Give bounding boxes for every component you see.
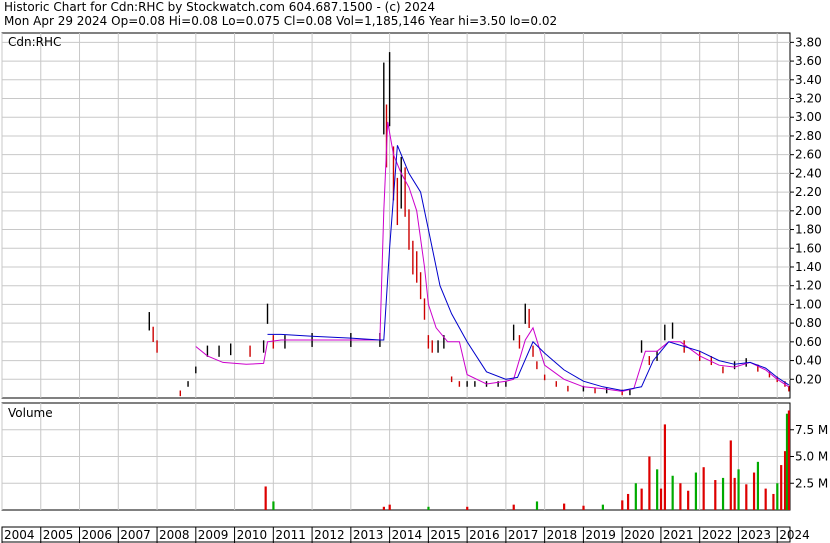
volume-bar xyxy=(659,488,663,510)
volume-bar xyxy=(752,472,756,510)
volume-panel-label: Volume xyxy=(8,406,53,420)
volume-bar xyxy=(563,503,566,510)
volume-tick-label: 5.0 M xyxy=(795,450,828,464)
volume-bar xyxy=(663,424,667,510)
x-tick-label: 2023 xyxy=(740,528,771,542)
price-tick-label: 2.40 xyxy=(795,166,822,180)
volume-bar xyxy=(679,483,682,510)
volume-bar xyxy=(601,504,604,510)
price-tick-label: 2.20 xyxy=(795,185,822,199)
volume-bar xyxy=(764,488,767,510)
price-tick-label: 1.80 xyxy=(795,223,822,237)
price-tick-label: 1.20 xyxy=(795,279,822,293)
x-tick-label: 2012 xyxy=(314,528,345,542)
x-axis: 2004 2005 2006 2007 2008 2009 2010 2011 2012 2013… xyxy=(1,526,810,543)
price-tick-label: 0.80 xyxy=(795,316,822,330)
price-tick-label: 1.60 xyxy=(795,241,822,255)
x-tick-label: 2024 xyxy=(779,528,810,542)
volume-bar xyxy=(714,480,717,510)
x-tick-label: 2014 xyxy=(392,528,423,542)
volume-bar xyxy=(272,501,275,510)
x-tick-label: 2005 xyxy=(43,528,74,542)
volume-bar xyxy=(783,451,787,510)
volume-bar xyxy=(648,456,651,510)
volume-bar xyxy=(721,477,725,510)
volume-bar xyxy=(776,483,779,510)
volume-bar xyxy=(729,440,732,510)
price-tick-label: 0.60 xyxy=(795,335,822,349)
price-tick-label: 0.40 xyxy=(795,354,822,368)
x-tick-label: 2020 xyxy=(624,528,655,542)
volume-bar xyxy=(656,469,659,510)
volume-bar xyxy=(787,410,791,510)
volume-bar xyxy=(756,461,760,510)
price-panel: 0.20 0.40 0.60 0.80 1.00 1.20 1.40 1.60 1.80 2.00… xyxy=(1,32,822,399)
volume-bar xyxy=(621,500,624,510)
x-tick-label: 2011 xyxy=(275,528,306,542)
volume-bar xyxy=(466,506,469,510)
price-tick-label: 3.20 xyxy=(795,92,822,106)
volume-bar xyxy=(772,493,775,510)
x-tick-label: 2015 xyxy=(430,528,461,542)
x-tick-label: 2006 xyxy=(82,528,113,542)
volume-bar xyxy=(382,506,385,510)
volume-bar xyxy=(626,493,630,510)
x-tick-label: 2022 xyxy=(702,528,733,542)
price-tick-label: 3.80 xyxy=(795,35,822,49)
volume-bar xyxy=(427,506,430,510)
price-tick-label: 2.80 xyxy=(795,129,822,143)
x-tick-label: 2013 xyxy=(353,528,384,542)
price-tick-label: 1.40 xyxy=(795,260,822,274)
price-tick-label: 3.40 xyxy=(795,73,822,87)
price-tick-label: 2.00 xyxy=(795,204,822,218)
volume-bar xyxy=(671,475,674,510)
x-tick-label: 2021 xyxy=(663,528,694,542)
volume-bar xyxy=(388,504,391,510)
price-tick-label: 0.20 xyxy=(795,372,822,386)
price-tick-label: 3.60 xyxy=(795,54,822,68)
volume-bar xyxy=(582,505,585,510)
volume-bar xyxy=(737,469,740,510)
price-tick-label: 3.00 xyxy=(795,110,822,124)
x-tick-label: 2016 xyxy=(469,528,500,542)
x-tick-label: 2007 xyxy=(120,528,151,542)
volume-bar xyxy=(745,484,748,510)
volume-bar xyxy=(535,501,539,510)
volume-tick-label: 7.5 M xyxy=(795,423,828,437)
volume-bar xyxy=(512,504,515,510)
x-tick-label: 2019 xyxy=(585,528,616,542)
volume-bar xyxy=(702,467,705,510)
volume-bar xyxy=(694,472,698,510)
volume-bar xyxy=(733,477,736,510)
volume-panel: 2.5 M 5.0 M 7.5 M Volume xyxy=(1,402,828,511)
price-tick-label: 2.60 xyxy=(795,148,822,162)
volume-tick-label: 2.5 M xyxy=(795,476,828,490)
price-panel-label: Cdn:RHC xyxy=(8,35,61,49)
x-tick-label: 2004 xyxy=(4,528,35,542)
volume-bar xyxy=(780,465,783,510)
x-tick-label: 2010 xyxy=(237,528,268,542)
price-tick-label: 1.00 xyxy=(795,297,822,311)
volume-bar xyxy=(785,413,789,510)
stock-chart: 0.20 0.40 0.60 0.80 1.00 1.20 1.40 1.60 1.80 2.00… xyxy=(1,32,828,543)
volume-bar xyxy=(687,490,690,510)
x-tick-label: 2017 xyxy=(508,528,539,542)
volume-bar xyxy=(264,486,267,510)
volume-bar xyxy=(640,488,643,510)
x-tick-label: 2008 xyxy=(159,528,190,542)
x-tick-label: 2018 xyxy=(547,528,578,542)
x-tick-label: 2009 xyxy=(198,528,229,542)
volume-bar xyxy=(634,483,637,510)
